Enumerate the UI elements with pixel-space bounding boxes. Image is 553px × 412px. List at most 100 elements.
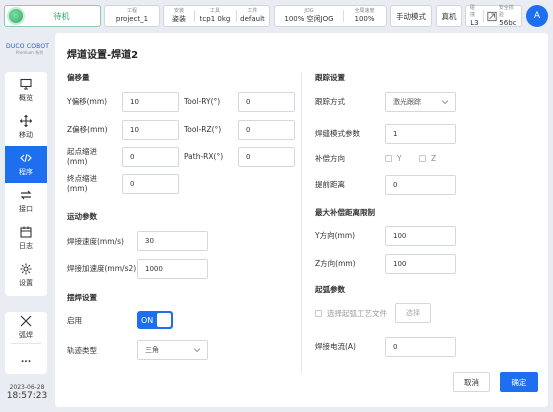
- weld-bead-settings-dialog: 焊道设置-焊道2 偏移量 Y偏移(mm) 10 Tool-RY(°) 0 Z偏移…: [55, 33, 548, 407]
- tracking-mode-select[interactable]: 激光跟踪: [385, 92, 456, 112]
- select-arc-file-button[interactable]: 选择: [395, 303, 431, 323]
- sidebar-item-overview[interactable]: 概览: [5, 72, 47, 109]
- comp-z-label: Z: [431, 154, 437, 163]
- expand-icon: [487, 11, 497, 21]
- comp-y-checkbox[interactable]: [385, 155, 392, 162]
- logo-subtitle: Premium 系列: [16, 50, 44, 55]
- tool-value: tcp1 0kg: [199, 15, 231, 23]
- comp-y-label: Y: [397, 154, 402, 163]
- tool-rz-input[interactable]: 0: [238, 120, 295, 140]
- sidebar-item-interface[interactable]: 接口: [5, 183, 47, 220]
- compensation-direction-label: 补偿方向: [315, 154, 345, 163]
- clock-time: 18:57:23: [6, 391, 48, 401]
- z-offset-input[interactable]: 10: [122, 120, 179, 140]
- comp-z-checkbox[interactable]: [419, 155, 426, 162]
- project-info[interactable]: 工程 project_1: [104, 5, 160, 27]
- cancel-button[interactable]: 取消: [453, 372, 490, 392]
- toggle-state-text: ON: [141, 315, 154, 325]
- global-speed-value: 100%: [354, 15, 375, 23]
- robot-status-label: 待机: [53, 11, 70, 21]
- tool-info-group[interactable]: 安装 姿装 工具 tcp1 0kg 工件 default: [163, 5, 270, 27]
- real-robot-button[interactable]: 真机: [436, 5, 462, 27]
- start-indent-input[interactable]: 0: [122, 147, 179, 167]
- speed-info-group[interactable]: JOG 100% 空闲JOG 全局速度 100%: [274, 5, 387, 27]
- sidebar-item-label: 程序: [19, 168, 33, 176]
- z-limit-input[interactable]: 100: [385, 254, 456, 274]
- move-arrows-icon: [20, 115, 32, 127]
- chevron-down-icon: [193, 348, 201, 353]
- sidebar-item-label: 日志: [19, 242, 33, 250]
- sidebar-item-label: 接口: [19, 205, 33, 213]
- sidebar-extra-nav: 弧焊 ...: [5, 312, 47, 374]
- y-offset-input[interactable]: 10: [122, 92, 179, 112]
- more-icon: ...: [20, 354, 32, 365]
- collision-label: 碰撞: [470, 4, 476, 18]
- y-offset-label: Y偏移(mm): [67, 97, 108, 106]
- weld-acceleration-input[interactable]: 1000: [137, 259, 208, 279]
- y-limit-input[interactable]: 100: [385, 226, 456, 246]
- sidebar-item-more[interactable]: ...: [5, 344, 47, 375]
- weave-section-title: 摆焊设置: [67, 293, 97, 302]
- advance-distance-label: 提前距离: [315, 180, 345, 189]
- user-avatar[interactable]: A: [526, 5, 548, 27]
- weld-speed-input[interactable]: 30: [137, 231, 208, 251]
- collision-value: L3: [470, 18, 479, 27]
- path-rx-label: Path-RX(°): [184, 152, 224, 161]
- welding-torch-icon: [20, 315, 32, 327]
- arc-file-checkbox[interactable]: [315, 310, 322, 317]
- sidebar-item-arc-welding[interactable]: 弧焊: [5, 312, 47, 343]
- monitor-icon: [20, 78, 32, 90]
- app-logo: DUCO COBOT Premium 系列: [6, 43, 56, 56]
- sidebar-item-label: 弧焊: [19, 331, 33, 339]
- end-indent-label: 终点缩进 (mm): [67, 174, 97, 193]
- clock: 2023-06-28 18:57:23: [6, 384, 48, 401]
- manual-mode-button[interactable]: 手动模式: [390, 5, 432, 27]
- tracking-mode-label: 跟踪方式: [315, 97, 345, 106]
- z-offset-label: Z偏移(mm): [67, 125, 108, 134]
- tool-ry-input[interactable]: 0: [238, 92, 295, 112]
- install-label: 安装: [173, 8, 184, 14]
- offset-section-title: 偏移量: [67, 73, 90, 82]
- sidebar-item-settings[interactable]: 设置: [5, 257, 47, 294]
- advance-distance-input[interactable]: 0: [385, 175, 456, 195]
- z-limit-label: Z方向(mm): [315, 259, 356, 268]
- seam-mode-param-input[interactable]: 1: [385, 124, 456, 144]
- dialog-title: 焊道设置-焊道2: [67, 50, 139, 61]
- workpiece-label: 工件: [247, 8, 258, 14]
- weld-current-input[interactable]: 0: [385, 337, 456, 357]
- toggle-knob: [157, 313, 171, 327]
- arc-start-section-title: 起弧参数: [315, 285, 345, 294]
- weld-acceleration-label: 焊接加速度(mm/s2): [67, 264, 137, 273]
- sidebar-item-move[interactable]: 移动: [5, 109, 47, 146]
- sidebar-item-label: 概览: [19, 94, 33, 102]
- tool-label: 工具: [209, 8, 220, 14]
- project-label: 工程: [126, 8, 137, 14]
- gear-icon: [20, 263, 32, 275]
- safety-check-value: 56bc: [499, 18, 517, 27]
- track-type-select[interactable]: 三角: [137, 340, 208, 360]
- path-rx-input[interactable]: 0: [238, 147, 295, 167]
- sidebar-item-label: 移动: [19, 131, 33, 139]
- confirm-button[interactable]: 确定: [500, 372, 538, 392]
- sidebar-nav: 概览 移动 程序 接口 日志 设置: [5, 72, 47, 296]
- seam-mode-param-label: 焊缝模式参数: [315, 129, 360, 138]
- calendar-icon: [20, 226, 32, 238]
- end-indent-input[interactable]: 0: [122, 174, 179, 194]
- safety-info-group[interactable]: 碰撞 L3 安全校验 56bc: [465, 5, 522, 27]
- track-type-value: 三角: [145, 346, 159, 354]
- safety-check-label: 安全校验: [498, 4, 514, 18]
- weave-enable-toggle[interactable]: ON: [137, 311, 173, 329]
- tracking-mode-value: 激光跟踪: [393, 98, 421, 106]
- start-indent-label: 起点缩进 (mm): [67, 147, 97, 166]
- robot-status-button[interactable]: 待机: [4, 5, 101, 27]
- logo-text: DUCO COBOT: [6, 43, 50, 50]
- workpiece-value: default: [240, 15, 265, 23]
- sidebar-item-program[interactable]: 程序: [5, 146, 47, 183]
- chevron-down-icon: [441, 100, 449, 105]
- jog-label: JOG: [304, 8, 314, 14]
- max-compensation-section-title: 最大补偿距离限制: [315, 208, 375, 217]
- tool-rz-label: Tool-RZ(°): [184, 125, 222, 134]
- status-indicator-icon: [9, 9, 23, 23]
- project-value: project_1: [115, 15, 149, 23]
- sidebar-item-log[interactable]: 日志: [5, 220, 47, 257]
